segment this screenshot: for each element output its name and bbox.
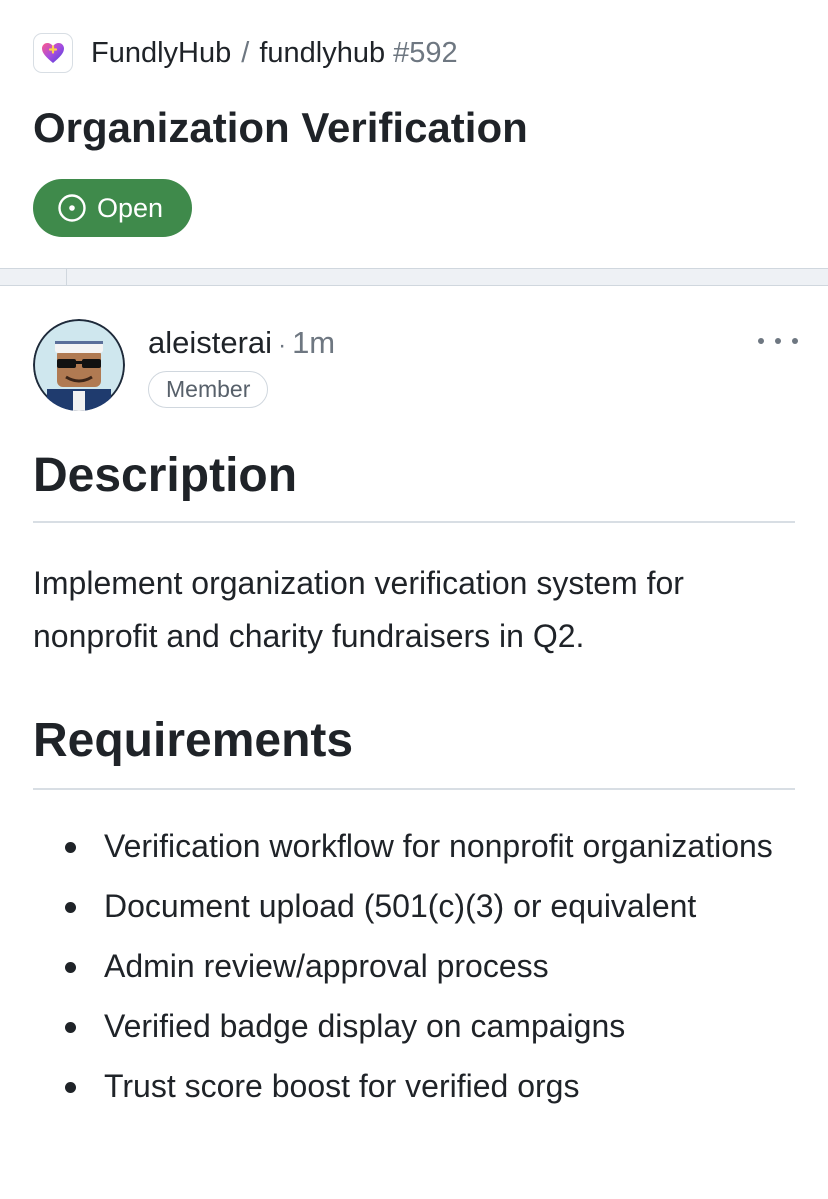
issue-state-badge: Open: [33, 179, 192, 237]
description-text: Implement organization verification syst…: [33, 565, 684, 654]
bullet-icon: [65, 1022, 76, 1033]
bullet-icon: [65, 842, 76, 853]
issue-header: FundlyHub / fundlyhub #592 Organization …: [0, 0, 828, 268]
bullet-icon: [65, 1082, 76, 1093]
divider-tick: [66, 269, 67, 286]
breadcrumb-separator: /: [241, 36, 250, 69]
bullet-icon: [65, 902, 76, 913]
ellipsis-dot: [758, 338, 764, 344]
comment-author[interactable]: aleisterai: [148, 325, 272, 360]
list-item: Verified badge display on campaigns: [33, 1000, 795, 1053]
repo-owner-link[interactable]: FundlyHub: [91, 37, 231, 70]
list-item-text: Trust score boost for verified orgs: [104, 1068, 580, 1104]
role-badge: Member: [148, 371, 269, 408]
ellipsis-dot: [775, 338, 781, 344]
issue-open-icon: [57, 193, 87, 223]
list-item: Admin review/approval process: [33, 940, 795, 993]
issue-title: Organization Verification: [33, 104, 528, 151]
requirements-heading: Requirements: [33, 714, 354, 767]
bullet-icon: [65, 962, 76, 973]
list-item: Trust score boost for verified orgs: [33, 1060, 795, 1113]
heading-rule: [33, 521, 795, 523]
list-item-text: Admin review/approval process: [104, 948, 549, 984]
issue-number: #592: [393, 36, 458, 69]
comment-timestamp[interactable]: 1m: [292, 325, 335, 360]
list-item-text: Verified badge display on campaigns: [104, 1008, 626, 1044]
ellipsis-dot: [792, 338, 798, 344]
list-item-text: Document upload (501(c)(3) or equivalent: [104, 888, 697, 924]
heart-app-icon[interactable]: [33, 33, 73, 73]
breadcrumb: FundlyHub / fundlyhub #592: [33, 31, 458, 75]
heading-rule: [33, 788, 795, 790]
list-item: Verification workflow for nonprofit orga…: [33, 820, 795, 873]
description-heading: Description: [33, 449, 298, 502]
avatar[interactable]: [33, 319, 125, 411]
repo-name-link[interactable]: fundlyhub: [259, 37, 385, 70]
list-item: Document upload (501(c)(3) or equivalent: [33, 880, 795, 933]
author-time-separator: ·: [278, 332, 287, 359]
ellipsis-icon[interactable]: [758, 326, 798, 356]
requirements-list: Verification workflow for nonprofit orga…: [33, 820, 795, 1120]
section-divider: [0, 268, 828, 286]
list-item-text: Verification workflow for nonprofit orga…: [104, 828, 773, 864]
issue-state-label: Open: [97, 192, 164, 223]
comment-author-line: aleisterai · 1m: [148, 322, 335, 367]
